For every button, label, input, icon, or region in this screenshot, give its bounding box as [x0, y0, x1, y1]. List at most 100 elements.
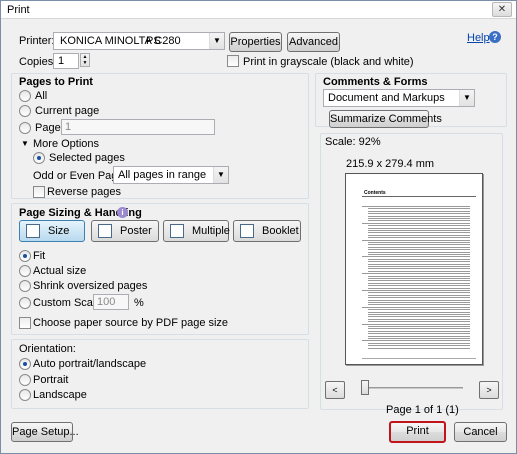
percent-label: %: [134, 297, 144, 309]
properties-button[interactable]: Properties: [229, 32, 282, 52]
landscape-radio[interactable]: [19, 389, 31, 401]
printer-select[interactable]: KONICA MINOLTA C280 PS ▼: [53, 32, 225, 50]
toc-line: [362, 323, 470, 325]
toc-line: [368, 302, 470, 303]
toc-line: [368, 263, 470, 265]
orientation-title: Orientation:: [19, 343, 76, 355]
toc-line: [362, 340, 470, 342]
toc-line: [368, 266, 470, 267]
size-icon: [26, 224, 40, 238]
toc-line: [368, 227, 470, 229]
toc-line: [368, 208, 470, 210]
poster-button[interactable]: Poster: [91, 220, 159, 242]
shrink-radio[interactable]: [19, 280, 31, 292]
toc-line: [368, 299, 470, 301]
toc-line: [368, 258, 470, 260]
next-page-button[interactable]: >: [479, 381, 499, 399]
paper-source-checkbox[interactable]: [19, 317, 31, 329]
toc-line: [368, 309, 470, 311]
page-slider-track[interactable]: [361, 387, 463, 389]
toc-line: [368, 237, 470, 239]
selected-pages-label: Selected pages: [49, 152, 125, 164]
toc-line: [368, 261, 470, 263]
advanced-button[interactable]: Advanced: [287, 32, 340, 52]
copies-input[interactable]: 1: [53, 53, 79, 69]
previous-page-button[interactable]: <: [325, 381, 345, 399]
page-preview: Contents: [345, 173, 483, 365]
pages-range-input[interactable]: 1: [61, 119, 215, 135]
current-page-radio[interactable]: [19, 105, 31, 117]
toc-line: [368, 316, 470, 318]
more-options-label[interactable]: More Options: [33, 138, 99, 150]
poster-icon: [98, 224, 112, 238]
page-slider-thumb[interactable]: [361, 380, 369, 395]
current-page-label: Current page: [35, 105, 100, 117]
toc-line: [368, 335, 470, 337]
booklet-button[interactable]: Booklet: [233, 220, 301, 242]
size-button[interactable]: Size: [19, 220, 85, 242]
footer-rule: [362, 358, 476, 359]
toc-line: [368, 342, 470, 344]
toc-line: [368, 220, 470, 222]
page-dimensions: 215.9 x 279.4 mm: [346, 158, 435, 170]
title-bar: Print ✕: [1, 1, 516, 19]
page-info: Page 1 of 1 (1): [386, 404, 459, 416]
toc-line: [368, 287, 470, 289]
landscape-label: Landscape: [33, 389, 87, 401]
chevron-down-icon: ▼: [213, 167, 228, 183]
close-button[interactable]: ✕: [492, 2, 512, 17]
pages-to-print-title: Pages to Print: [19, 76, 93, 88]
toc-line: [362, 290, 470, 291]
printer-name: PS: [146, 35, 161, 47]
chevron-down-icon: ▼: [459, 90, 474, 106]
reverse-pages-checkbox[interactable]: [33, 186, 45, 198]
portrait-radio[interactable]: [19, 374, 31, 386]
auto-orientation-radio[interactable]: [19, 358, 31, 370]
portrait-label: Portrait: [33, 374, 69, 386]
scale-readout: Scale: 92%: [325, 136, 381, 148]
odd-even-select[interactable]: All pages in range ▼: [113, 166, 229, 184]
pages-radio[interactable]: [19, 122, 31, 134]
toc-line: [368, 210, 470, 212]
toc-line: [368, 333, 470, 335]
summarize-comments-button[interactable]: Summarize Comments: [329, 110, 442, 128]
actual-size-label: Actual size: [33, 265, 87, 277]
help-icon[interactable]: ?: [489, 31, 501, 43]
toc-line: [368, 234, 470, 236]
collapse-triangle-icon[interactable]: ▼: [21, 139, 29, 148]
actual-size-radio[interactable]: [19, 265, 31, 277]
paper-source-label: Choose paper source by PDF page size: [33, 317, 229, 329]
toc-line: [368, 345, 470, 347]
page-setup-button[interactable]: Page Setup...: [11, 422, 79, 442]
all-pages-radio[interactable]: [19, 90, 31, 102]
toc-line: [368, 232, 470, 234]
copies-stepper[interactable]: ▲ ▼: [80, 53, 90, 67]
grayscale-checkbox[interactable]: [227, 55, 239, 67]
info-icon[interactable]: i: [117, 207, 128, 218]
print-button[interactable]: Print: [389, 421, 446, 443]
auto-orientation-label: Auto portrait/landscape: [33, 358, 147, 370]
toc-line: [368, 297, 470, 299]
custom-scale-input[interactable]: 100: [93, 294, 129, 310]
print-dialog: Print ✕ Printer: KONICA MINOLTA C280 PS …: [0, 0, 517, 454]
custom-scale-radio[interactable]: [19, 297, 31, 309]
cancel-button[interactable]: Cancel: [454, 422, 507, 442]
toc-line: [368, 242, 470, 243]
toc-line: [368, 213, 470, 215]
selected-pages-radio[interactable]: [33, 152, 45, 164]
fit-radio[interactable]: [19, 250, 31, 262]
toc-line: [368, 330, 470, 332]
toc-line: [368, 285, 470, 287]
toc-line: [368, 225, 470, 227]
toc-line: [368, 270, 470, 272]
fit-label: Fit: [33, 250, 46, 262]
toc-line: [368, 251, 470, 253]
multiple-button[interactable]: Multiple: [163, 220, 230, 242]
toc-line: [368, 215, 470, 217]
help-link[interactable]: Help: [467, 32, 490, 44]
toc-line: [362, 273, 470, 275]
toc-line: [368, 254, 470, 255]
copies-label: Copies:: [19, 56, 57, 68]
toc-line: [368, 244, 470, 246]
comments-select[interactable]: Document and Markups ▼: [323, 89, 475, 107]
